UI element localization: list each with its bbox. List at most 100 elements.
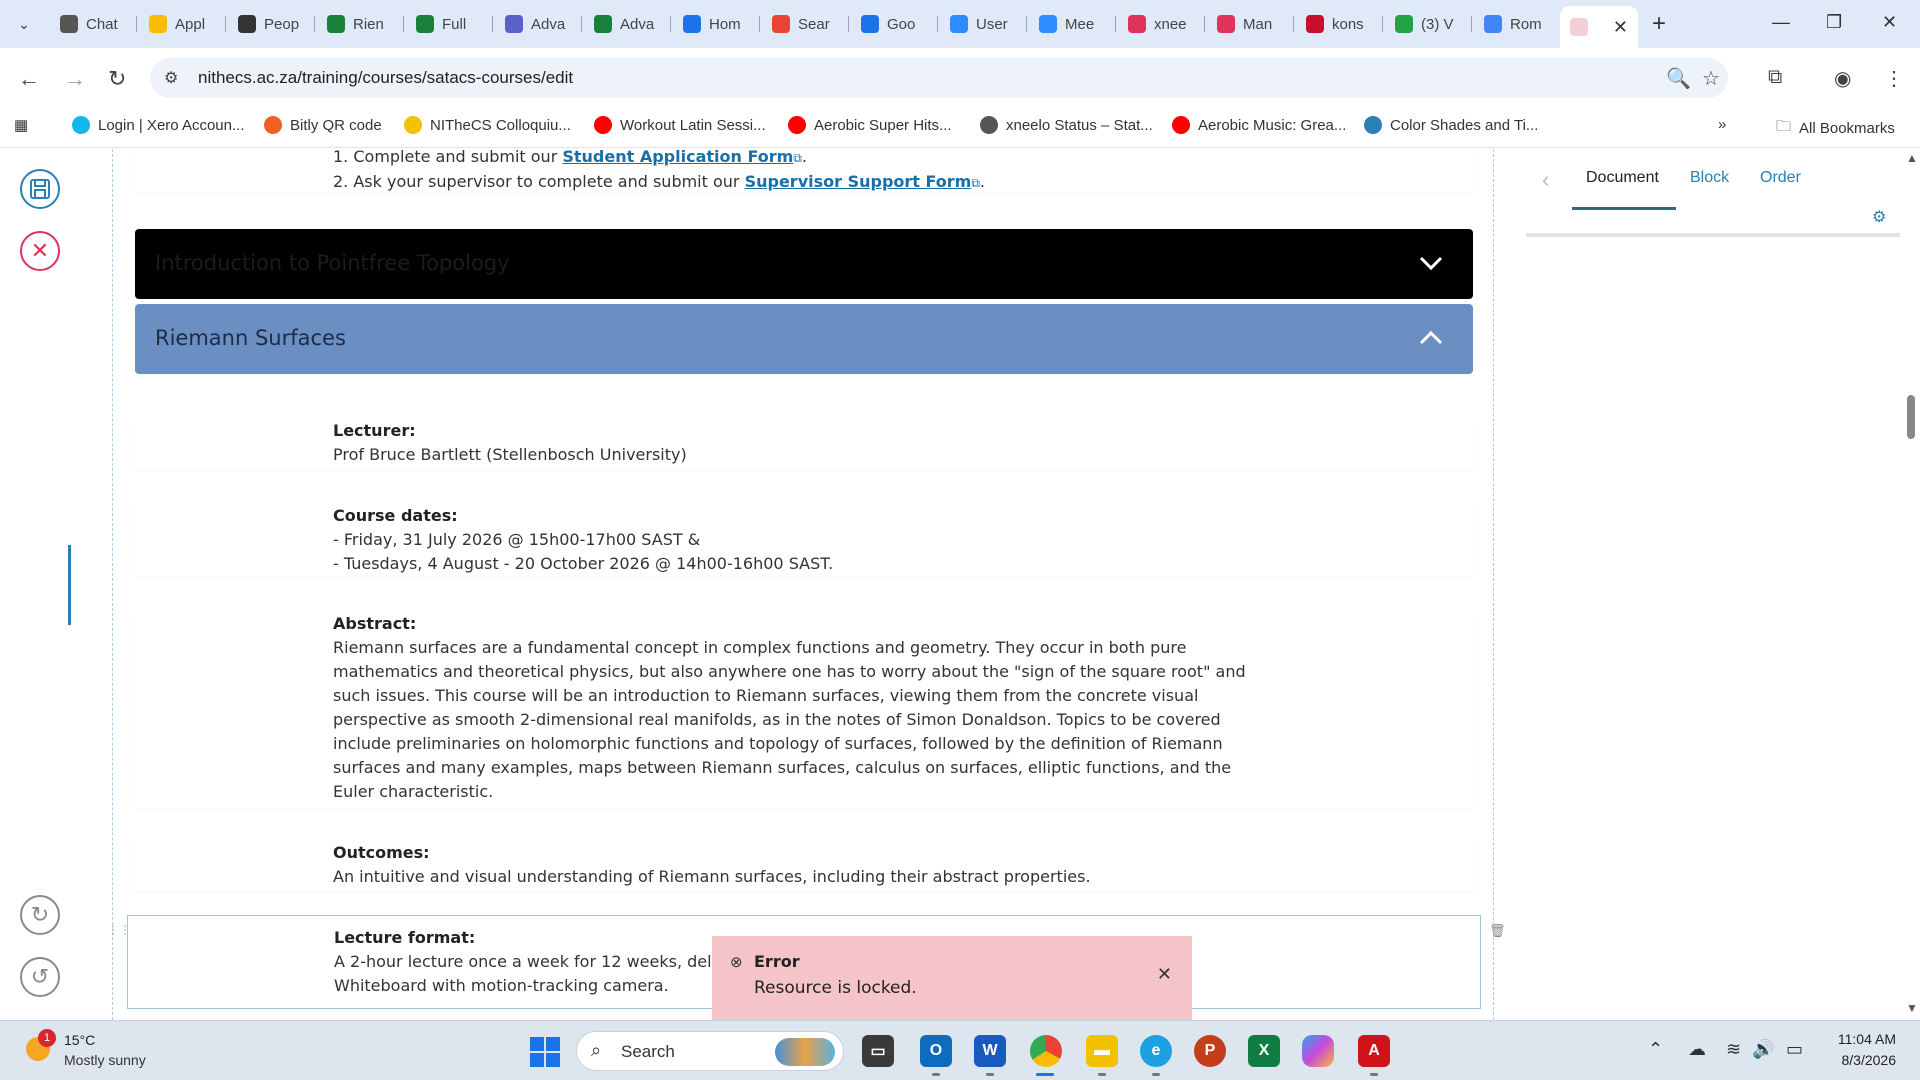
scroll-up-icon[interactable]: ▲ bbox=[1906, 151, 1918, 165]
profile-icon[interactable]: ◉ bbox=[1834, 66, 1851, 91]
more-bookmarks-icon[interactable]: » bbox=[1718, 116, 1726, 133]
scroll-down-icon[interactable]: ▼ bbox=[1906, 1001, 1918, 1015]
weather-condition[interactable]: Mostly sunny bbox=[64, 1052, 146, 1068]
word-icon[interactable]: W bbox=[974, 1035, 1006, 1067]
task-view-icon[interactable]: ▭ bbox=[862, 1035, 894, 1067]
clock-time[interactable]: 11:04 AM bbox=[1832, 1031, 1896, 1047]
restore-icon[interactable]: ❐ bbox=[1826, 12, 1842, 33]
acrobat-icon[interactable]: A bbox=[1358, 1035, 1390, 1067]
excel-icon[interactable]: X bbox=[1248, 1035, 1280, 1067]
close-icon[interactable]: ✕ bbox=[1613, 17, 1628, 38]
bookmark-item[interactable]: Workout Latin Sessi... bbox=[594, 116, 766, 134]
file-explorer-icon[interactable]: ▬ bbox=[1086, 1035, 1118, 1067]
onedrive-icon[interactable]: ☁ bbox=[1688, 1039, 1706, 1060]
bookmark-item[interactable]: Aerobic Music: Grea... bbox=[1172, 116, 1346, 134]
outlook-icon[interactable]: O bbox=[920, 1035, 952, 1067]
bookmark-item[interactable]: Aerobic Super Hits... bbox=[788, 116, 952, 134]
bookmark-item[interactable]: Color Shades and Ti... bbox=[1364, 116, 1538, 134]
redo-button[interactable]: ↻ bbox=[20, 895, 60, 935]
tab-12[interactable]: xnee bbox=[1118, 8, 1205, 40]
tab-active[interactable]: ✕ bbox=[1560, 6, 1638, 48]
chrome-icon[interactable] bbox=[1030, 1035, 1062, 1067]
external-link-icon: ⧉ bbox=[971, 176, 980, 190]
abstract-line: such issues. This course will be an intr… bbox=[333, 686, 1199, 705]
taskbar-search[interactable]: ⌕ Search bbox=[576, 1031, 844, 1071]
page-scrollbar[interactable]: ▲ ▼ bbox=[1902, 149, 1920, 1020]
abstract-text: Riemann surfaces are a fundamental conce… bbox=[333, 636, 1253, 804]
abstract-block[interactable]: Abstract: Riemann surfaces are a fundame… bbox=[135, 612, 1473, 808]
tab-order[interactable]: Order bbox=[1760, 169, 1801, 187]
bookmark-item[interactable]: Bitly QR code bbox=[264, 116, 382, 134]
start-button[interactable] bbox=[530, 1037, 560, 1067]
tab-separator bbox=[670, 16, 671, 32]
drag-handle-icon[interactable]: ⋮⋮ bbox=[107, 923, 131, 937]
powerpoint-icon[interactable]: P bbox=[1194, 1035, 1226, 1067]
bookmark-item[interactable]: xneelo Status – Stat... bbox=[980, 116, 1153, 134]
outcomes-block[interactable]: Outcomes: An intuitive and visual unders… bbox=[135, 841, 1473, 891]
edge-icon[interactable]: e bbox=[1140, 1035, 1172, 1067]
tab-0[interactable]: Chat bbox=[50, 8, 137, 40]
bookmark-item[interactable]: NITheCS Colloquiu... bbox=[404, 116, 571, 134]
volume-icon[interactable]: 🔊 bbox=[1752, 1039, 1774, 1060]
address-bar[interactable]: ⚙ nithecs.ac.za/training/courses/satacs-… bbox=[150, 58, 1728, 98]
battery-icon[interactable]: ▭ bbox=[1786, 1039, 1803, 1060]
extensions-icon[interactable]: ⧉ bbox=[1768, 66, 1782, 89]
editor-scroll-indicator[interactable] bbox=[68, 545, 71, 625]
save-button[interactable] bbox=[20, 169, 60, 209]
tab-10[interactable]: User bbox=[940, 8, 1027, 40]
tab-9[interactable]: Goo bbox=[851, 8, 938, 40]
toast-close-icon[interactable]: ✕ bbox=[1157, 964, 1172, 985]
site-settings-icon[interactable]: ⚙ bbox=[164, 68, 178, 88]
tab-5[interactable]: Adva bbox=[495, 8, 582, 40]
delete-block-icon[interactable]: 🗑 bbox=[1489, 923, 1506, 939]
bookmark-star-icon[interactable]: ☆ bbox=[1702, 66, 1720, 91]
tab-3[interactable]: Rien bbox=[317, 8, 404, 40]
wifi-icon[interactable]: ≋ bbox=[1726, 1039, 1741, 1060]
tab-4[interactable]: Full bbox=[406, 8, 493, 40]
supervisor-support-link[interactable]: Supervisor Support Form bbox=[745, 172, 972, 191]
tab-2[interactable]: Peop bbox=[228, 8, 315, 40]
tab-1[interactable]: Appl bbox=[139, 8, 226, 40]
tab-7[interactable]: Hom bbox=[673, 8, 760, 40]
forward-icon[interactable]: → bbox=[64, 66, 86, 92]
zoom-icon[interactable]: 🔍 bbox=[1666, 66, 1691, 91]
all-bookmarks-button[interactable]: 🗀 All Bookmarks bbox=[1776, 116, 1895, 141]
tab-8[interactable]: Sear bbox=[762, 8, 849, 40]
reload-icon[interactable]: ↻ bbox=[108, 66, 126, 92]
menu-icon[interactable]: ⋮ bbox=[1884, 66, 1904, 91]
undo-button[interactable]: ↺ bbox=[20, 957, 60, 997]
accordion-pointfree-topology[interactable]: Introduction to Pointfree Topology bbox=[135, 229, 1473, 299]
tab-search-button[interactable]: ⌄ bbox=[8, 10, 40, 38]
copilot-icon[interactable] bbox=[1302, 1035, 1334, 1067]
weather-temperature[interactable]: 15°C bbox=[64, 1032, 95, 1048]
bookmark-item[interactable]: Login | Xero Accoun... bbox=[72, 116, 245, 134]
apps-grid-icon[interactable]: ▦ bbox=[14, 116, 28, 134]
tab-16[interactable]: Rom bbox=[1474, 8, 1561, 40]
tab-block[interactable]: Block bbox=[1690, 169, 1729, 187]
tab-document[interactable]: Document bbox=[1586, 169, 1659, 187]
url-text[interactable]: nithecs.ac.za/training/courses/satacs-co… bbox=[198, 68, 573, 88]
tab-15[interactable]: (3) V bbox=[1385, 8, 1472, 40]
cancel-button[interactable]: ✕ bbox=[20, 231, 60, 271]
scrollbar-thumb[interactable] bbox=[1907, 395, 1915, 439]
new-tab-button[interactable]: + bbox=[1652, 10, 1666, 38]
lecturer-block[interactable]: Lecturer: Prof Bruce Bartlett (Stellenbo… bbox=[135, 419, 1473, 469]
tab-11[interactable]: Mee bbox=[1029, 8, 1116, 40]
external-link-icon: ⧉ bbox=[793, 151, 802, 165]
chevron-left-icon[interactable]: ‹ bbox=[1542, 167, 1549, 193]
tray-chevron-up-icon[interactable]: ⌃ bbox=[1648, 1039, 1663, 1060]
window-close-icon[interactable]: ✕ bbox=[1882, 12, 1897, 33]
intro-steps-block[interactable]: 1. Complete and submit our Student Appli… bbox=[135, 149, 1473, 193]
chevron-down-icon: ⌄ bbox=[18, 15, 30, 32]
clock-date[interactable]: 8/3/2026 bbox=[1832, 1052, 1897, 1068]
tab-6[interactable]: Adva bbox=[584, 8, 671, 40]
course-dates-block[interactable]: Course dates: - Friday, 31 July 2026 @ 1… bbox=[135, 504, 1473, 576]
minimize-icon[interactable]: — bbox=[1772, 12, 1790, 33]
back-icon[interactable]: ← bbox=[18, 66, 40, 92]
tab-label: Mee bbox=[1065, 15, 1095, 33]
accordion-riemann-surfaces[interactable]: Riemann Surfaces bbox=[135, 304, 1473, 374]
student-application-link[interactable]: Student Application Form bbox=[562, 149, 793, 166]
tab-14[interactable]: kons bbox=[1296, 8, 1383, 40]
tab-13[interactable]: Man bbox=[1207, 8, 1294, 40]
palette-icon[interactable]: ⚙ bbox=[1872, 207, 1886, 227]
